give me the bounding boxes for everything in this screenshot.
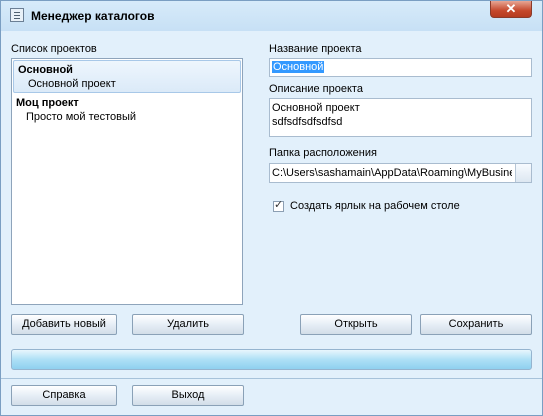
- app-icon[interactable]: [10, 8, 24, 22]
- project-name: Основной: [18, 64, 73, 76]
- folder-path-value: C:\Users\sashamain\AppData\Roaming\MyBus…: [272, 167, 512, 179]
- progress-bar: [11, 349, 532, 370]
- project-name: Моц проект: [16, 97, 79, 109]
- save-project-button[interactable]: Сохранить: [420, 314, 532, 335]
- catalog-manager-window: Менеджер каталогов ✕ Список проектов Осн…: [0, 0, 543, 416]
- projects-list-label: Список проектов: [11, 43, 97, 55]
- list-item[interactable]: Моц проект Просто мой тестовый: [12, 94, 242, 125]
- open-project-button[interactable]: Открыть: [300, 314, 412, 335]
- project-description: Основной проект: [28, 78, 116, 90]
- project-description: Просто мой тестовый: [26, 111, 137, 123]
- add-project-button[interactable]: Добавить новый: [11, 314, 117, 335]
- description-line-1: Основной проект: [272, 102, 360, 114]
- close-button[interactable]: ✕: [490, 1, 532, 18]
- shortcut-label: Создать ярлык на рабочем столе: [290, 200, 460, 212]
- footer-separator: [1, 378, 542, 379]
- projects-list[interactable]: Основной Основной проект Моц проект Прос…: [11, 58, 243, 305]
- exit-button[interactable]: Выход: [132, 385, 244, 406]
- shortcut-checkbox[interactable]: ✓: [273, 199, 284, 212]
- help-button[interactable]: Справка: [11, 385, 117, 406]
- folder-label: Папка расположения: [269, 147, 377, 159]
- project-name-input[interactable]: Основной: [269, 58, 532, 77]
- browse-folder-button[interactable]: [515, 164, 531, 182]
- delete-project-button[interactable]: Удалить: [132, 314, 244, 335]
- project-name-value: Основной: [272, 61, 325, 73]
- list-item[interactable]: Основной Основной проект: [13, 60, 241, 93]
- window-title: Менеджер каталогов: [31, 9, 155, 23]
- description-line-2: sdfsdfsdfsdfsd: [272, 116, 343, 128]
- project-description-input[interactable]: Основной проект sdfsdfsdfsdfsd: [269, 98, 532, 137]
- title-bar[interactable]: Менеджер каталогов ✕: [1, 1, 542, 31]
- check-icon: ✓: [274, 199, 284, 211]
- folder-path-input[interactable]: C:\Users\sashamain\AppData\Roaming\MyBus…: [269, 163, 532, 183]
- project-description-label: Описание проекта: [269, 83, 363, 95]
- project-name-label: Название проекта: [269, 43, 362, 55]
